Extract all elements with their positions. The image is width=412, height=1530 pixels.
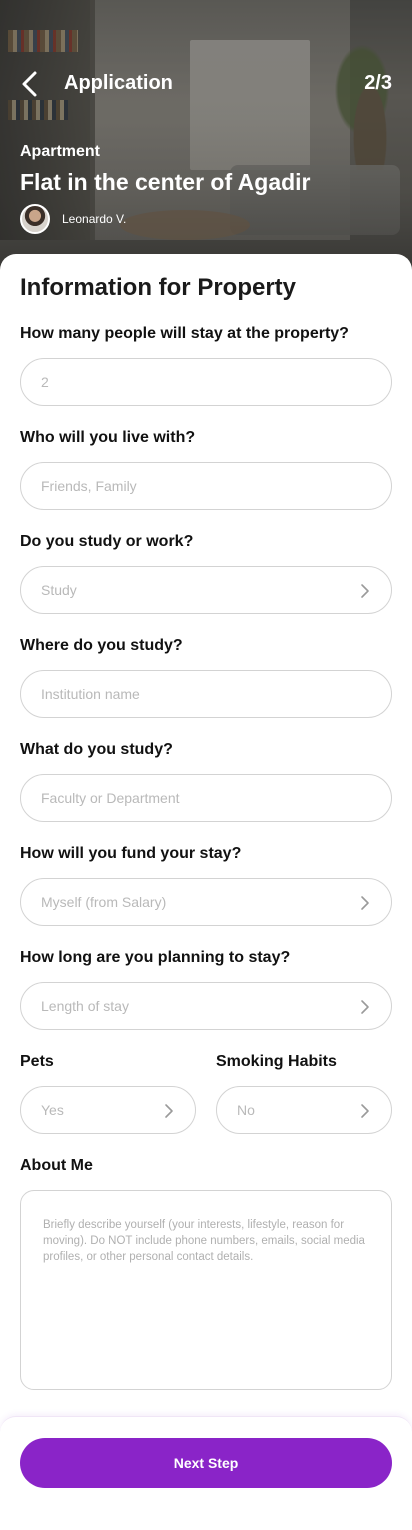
length-select[interactable]: Length of stay [20, 982, 392, 1030]
study-work-select[interactable]: Study [20, 566, 392, 614]
length-value: Length of stay [41, 998, 129, 1014]
chevron-left-icon[interactable] [18, 68, 42, 100]
about-me-placeholder: Briefly describe yourself (your interest… [43, 1219, 365, 1263]
about-label: About Me [20, 1157, 93, 1174]
study-where-label: Where do you study? [20, 637, 183, 654]
fund-select[interactable]: Myself (from Salary) [20, 878, 392, 926]
institution-input[interactable]: Institution name [20, 670, 392, 718]
study-what-label: What do you study? [20, 741, 173, 758]
live-with-input[interactable]: Friends, Family [20, 462, 392, 510]
live-with-label: Who will you live with? [20, 429, 196, 446]
people-count-placeholder: 2 [41, 374, 49, 390]
property-title: Flat in the center of Agadir [20, 169, 311, 195]
avatar [20, 204, 50, 234]
institution-placeholder: Institution name [41, 686, 140, 702]
owner-info: Leonardo V. [20, 204, 126, 234]
faculty-input[interactable]: Faculty or Department [20, 774, 392, 822]
faculty-placeholder: Faculty or Department [41, 790, 180, 806]
people-label: How many people will stay at the propert… [20, 325, 349, 342]
fund-label: How will you fund your stay? [20, 845, 242, 862]
owner-name: Leonardo V. [62, 212, 127, 226]
section-title: Information for Property [20, 274, 297, 301]
about-me-textarea[interactable]: Briefly describe yourself (your interest… [20, 1190, 392, 1390]
length-label: How long are you planning to stay? [20, 949, 291, 966]
pets-select[interactable]: Yes [20, 1086, 196, 1134]
next-step-button[interactable]: Next Step [20, 1438, 392, 1488]
page-title: Application [64, 72, 173, 94]
chevron-right-icon [361, 584, 369, 598]
smoking-value: No [237, 1102, 255, 1118]
study-work-value: Study [41, 582, 77, 598]
chevron-right-icon [165, 1104, 173, 1118]
chevron-right-icon [361, 1104, 369, 1118]
property-type: Apartment [20, 143, 101, 160]
pets-value: Yes [41, 1102, 64, 1118]
people-count-input[interactable]: 2 [20, 358, 392, 406]
smoking-select[interactable]: No [216, 1086, 392, 1134]
pets-label: Pets [20, 1053, 54, 1070]
study-work-label: Do you study or work? [20, 533, 194, 550]
chevron-right-icon [361, 1000, 369, 1014]
smoking-label: Smoking Habits [216, 1053, 337, 1070]
step-indicator: 2/3 [364, 72, 392, 94]
top-bar: Application 2/3 [0, 64, 412, 104]
fund-value: Myself (from Salary) [41, 894, 167, 910]
live-with-placeholder: Friends, Family [41, 478, 137, 494]
chevron-right-icon [361, 896, 369, 910]
